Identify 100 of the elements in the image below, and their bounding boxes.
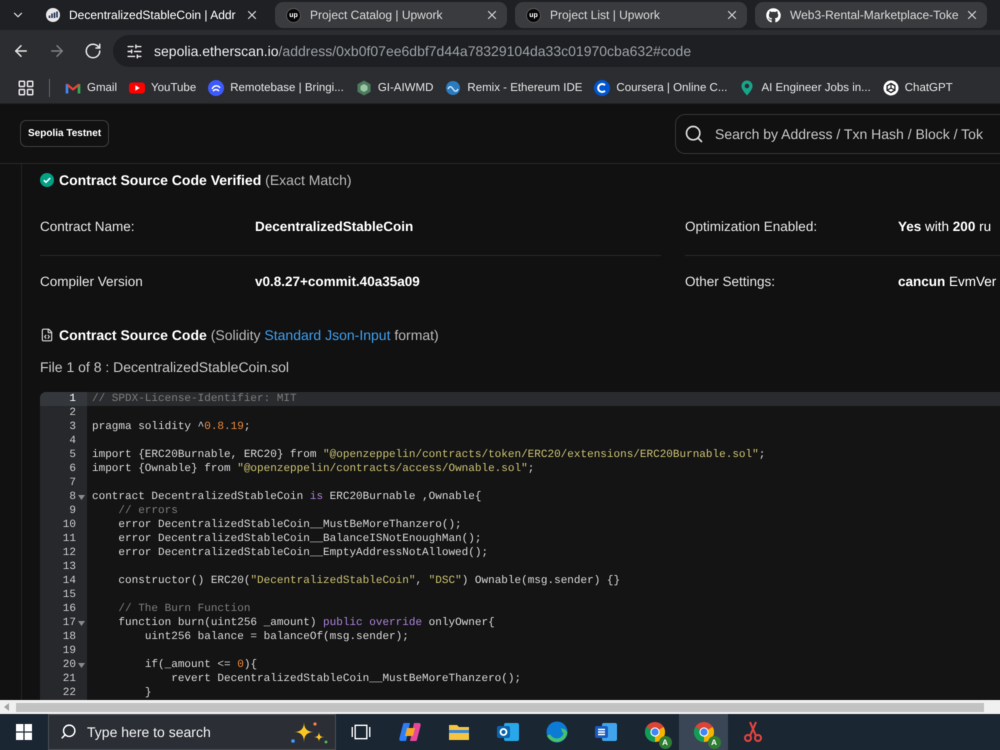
verified-heading: Contract Source Code Verified (Exact Match) [59, 172, 352, 188]
slanted-bars-logo-icon [398, 720, 422, 744]
line-number: 4 [69, 434, 76, 448]
code-line: } [144, 686, 152, 700]
code-line: error DecentralizedStableCoin__MustBeMoreThanzero(); [118, 518, 462, 532]
taskbar-search-field[interactable]: Type here to search [48, 714, 336, 750]
field-label: Contract Name: [40, 218, 135, 236]
file-code-icon [40, 328, 54, 342]
network-badge: Sepolia Testnet [20, 120, 110, 147]
close-icon[interactable] [965, 8, 979, 22]
line-number: 6 [69, 462, 76, 476]
bookmark[interactable]: GI-AIWMD [350, 74, 438, 100]
browser-logo-icon [692, 720, 716, 744]
line-number: 15 [62, 588, 76, 602]
line-number: 7 [69, 476, 76, 490]
code-line: constructor() ERC20("DecentralizedStableCoin", "DSC") Ownable(msg.sender) {} [118, 574, 620, 588]
line-number: 3 [69, 420, 76, 434]
close-icon[interactable] [725, 8, 739, 22]
search-icon [684, 124, 704, 144]
bookmark[interactable]: YouTube [124, 74, 202, 100]
reload-icon[interactable] [84, 42, 102, 60]
line-number: 20 [62, 658, 76, 672]
line-number: 21 [62, 672, 76, 686]
bookmark[interactable]: ChatGPT [878, 74, 958, 100]
profile-badge: A [658, 736, 672, 749]
code-line: contract DecentralizedStableCoin is ERC20Burnable ,Ownable{ [92, 490, 482, 504]
line-number: 18 [62, 630, 76, 644]
video-play-icon [129, 80, 146, 96]
close-icon[interactable] [485, 8, 499, 22]
apps-grid-icon[interactable] [17, 78, 35, 96]
field-value: cancun EvmVer [898, 273, 996, 291]
line-number: 16 [62, 602, 76, 616]
bar-chart-logo-icon [46, 8, 60, 22]
source-code-heading: Contract Source Code (Solidity Standard Json-Input format) [59, 327, 439, 343]
line-number: 14 [62, 574, 76, 588]
task-view-icon [350, 722, 370, 742]
url-text: sepolia.etherscan.io/address/0xb0f07ee6dbf7d44a78329104da33c01970cba632#code [154, 43, 692, 59]
line-number: 1 [69, 392, 76, 406]
code-line: error DecentralizedStableCoin__EmptyAddressNotAllowed(); [118, 546, 488, 560]
field-value: Yes with 200 ru [898, 218, 992, 236]
code-line: import {ERC20Burnable, ERC20} from "@openzeppelin/contracts/token/ERC20/extensions/ERC20Burnable.sol"; [92, 448, 766, 462]
fold-arrow-icon[interactable] [78, 494, 85, 500]
bookmark[interactable]: Coursera | Online C... [589, 74, 732, 100]
close-icon[interactable] [245, 8, 259, 22]
arcs-logo-icon [208, 80, 224, 96]
code-line: if(_amount <= 0){ [144, 658, 258, 672]
fold-arrow-icon[interactable] [78, 662, 85, 668]
field-label: Other Settings: [685, 273, 776, 291]
mail-app-icon [496, 720, 520, 744]
line-number: 2 [69, 406, 76, 420]
cube-logo-icon [882, 80, 899, 96]
bookmark[interactable]: Remix - Ethereum IDE [440, 74, 588, 100]
line-number: 22 [62, 686, 76, 700]
browser-logo-icon [642, 720, 666, 744]
code-line: revert DecentralizedStableCoin__MustBeMoreThanzero(); [171, 672, 522, 686]
sliders-icon[interactable] [126, 42, 143, 60]
ring-logo-icon [594, 80, 610, 96]
browser-tab[interactable]: Web3-Rental-Marketplace-Toke [755, 2, 987, 28]
field-label: Optimization Enabled: [685, 218, 818, 236]
document-app-icon [594, 720, 618, 744]
address-field[interactable]: sepolia.etherscan.io/address/0xb0f07ee6dbf7d44a78329104da33c01970cba632#code [113, 35, 1000, 67]
taskbar-app[interactable]: A [679, 714, 728, 750]
bookmark[interactable]: AI Engineer Jobs in... [734, 74, 876, 100]
line-number: 5 [69, 448, 76, 462]
profile-badge: A [708, 736, 720, 749]
windows-logo-icon[interactable] [16, 724, 32, 740]
line-number: 17 [62, 616, 76, 630]
sparkle-icon [290, 720, 328, 744]
check-circle-icon [40, 173, 54, 187]
scrollbar-thumb[interactable] [16, 702, 984, 712]
bookmark[interactable]: Gmail [60, 74, 122, 100]
taskbar-app[interactable]: A [630, 714, 679, 750]
field-label: Compiler Version [40, 273, 143, 291]
code-line: uint256 balance = balanceOf(msg.sender); [144, 630, 409, 644]
code-line: pragma solidity ^0.8.19; [92, 420, 250, 434]
line-number: 12 [62, 546, 76, 560]
line-number: 10 [62, 518, 76, 532]
field-value: DecentralizedStableCoin [255, 218, 414, 236]
hexagon-icon [356, 80, 372, 96]
swirl-logo-icon [544, 720, 568, 744]
bookmark[interactable]: Remotebase | Bringi... [203, 74, 349, 100]
code-line: function burn(uint256 _amount) public override onlyOwner{ [118, 616, 495, 630]
code-line: error DecentralizedStableCoin__BalanceISNotEnoughMan(); [118, 532, 482, 546]
code-line: // The Burn Function [118, 602, 250, 616]
line-number: 11 [62, 532, 76, 546]
field-value: v0.8.27+commit.40a35a09 [255, 273, 420, 291]
code-line: import {Ownable} from "@openzeppelin/contracts/access/Ownable.sol"; [92, 462, 534, 476]
fold-arrow-icon[interactable] [78, 620, 85, 626]
file-label: File 1 of 8 : DecentralizedStableCoin.sol [40, 358, 290, 377]
github-icon [766, 8, 781, 22]
line-number: 8 [69, 490, 76, 504]
search-icon [60, 723, 77, 740]
search-field[interactable]: Search by Address / Txn Hash / Block / Tok [675, 114, 1000, 154]
code-line: // errors [118, 504, 178, 518]
line-number: 13 [62, 560, 76, 574]
wave-logo-icon [445, 80, 462, 96]
format-link[interactable]: Standard Json-Input [264, 327, 390, 343]
map-pin-icon [739, 80, 756, 96]
code-line: // SPDX-License-Identifier: MIT [92, 392, 297, 406]
line-number: 9 [69, 504, 76, 518]
